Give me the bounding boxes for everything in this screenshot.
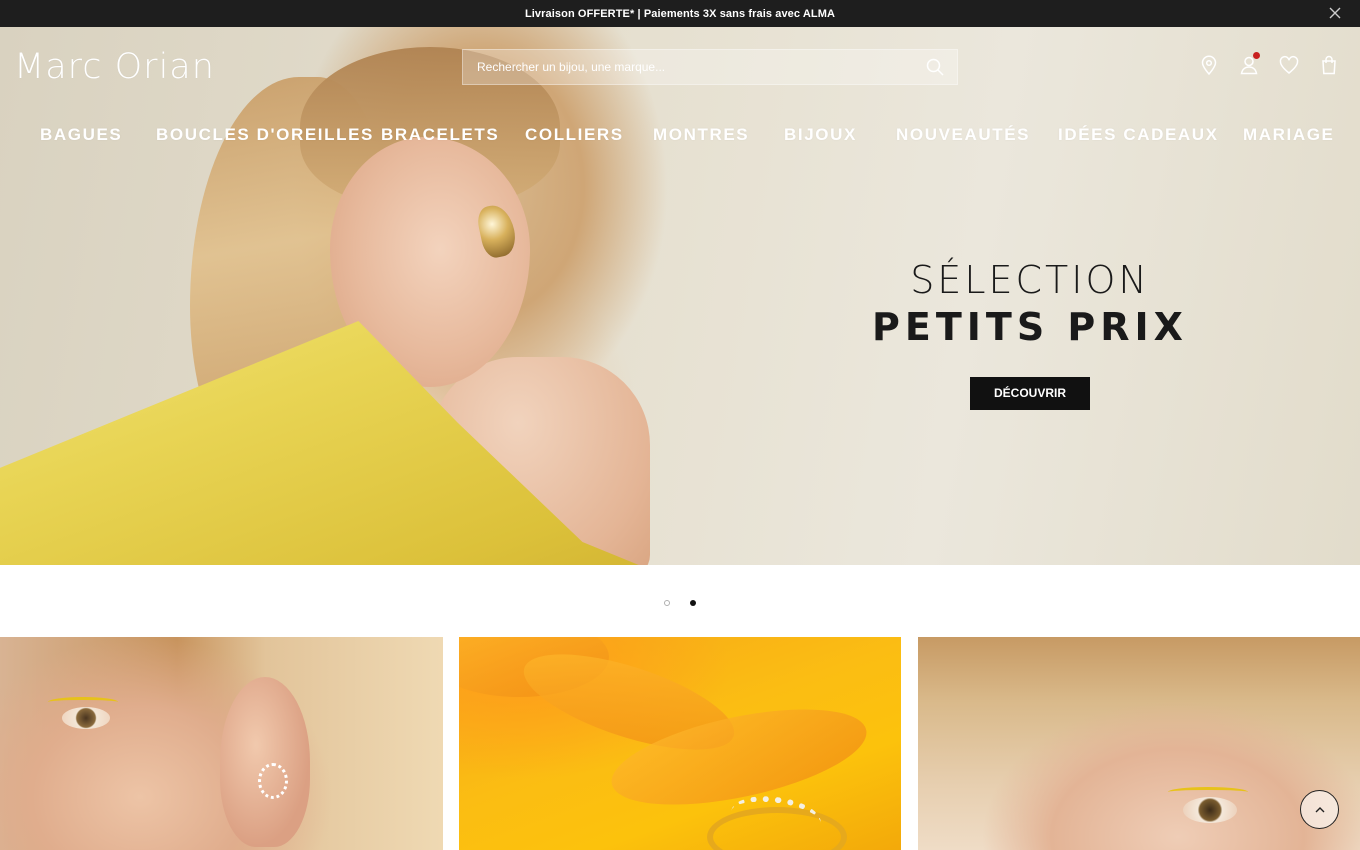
tile1-ear-cuff: [258, 763, 288, 799]
wishlist-heart-icon[interactable]: [1278, 54, 1300, 76]
discover-button[interactable]: DÉCOUVRIR: [970, 377, 1090, 410]
carousel-dot-2-active[interactable]: [690, 600, 696, 606]
tile1-ear: [220, 677, 310, 847]
nav-item-montres[interactable]: MONTRES: [653, 125, 749, 145]
nav-item-colliers[interactable]: COLLIERS: [525, 125, 624, 145]
account-user-icon[interactable]: [1238, 52, 1260, 76]
announcement-text: Livraison OFFERTE* | Paiements 3X sans f…: [524, 7, 836, 20]
hero-promo: SÉLECTION PETITS PRIX DÉCOUVRIR: [860, 257, 1200, 410]
chevron-up-icon: [1315, 806, 1324, 812]
tile3-eye: [1183, 797, 1237, 823]
nav-item-bijoux[interactable]: BIJOUX: [784, 125, 857, 145]
nav-item-bagues[interactable]: BAGUES: [40, 125, 122, 145]
hero-title-line2: PETITS PRIX: [872, 305, 1188, 349]
search-bar[interactable]: [462, 49, 958, 85]
nav-item-mariage[interactable]: MARIAGE: [1243, 125, 1334, 145]
header-actions: [1198, 52, 1340, 76]
hero-title-line1: SÉLECTION: [910, 258, 1150, 302]
main-nav: BAGUES BOUCLES D'OREILLES BRACELETS COLL…: [0, 125, 1360, 155]
nav-item-idees-cadeaux[interactable]: IDÉES CADEAUX: [1058, 125, 1219, 145]
tile1-eye: [62, 707, 110, 729]
tile1-yellow-eyeliner: [48, 697, 118, 707]
carousel-dot-1[interactable]: [664, 600, 670, 606]
close-icon[interactable]: [1328, 6, 1342, 20]
store-locator-pin-icon[interactable]: [1198, 54, 1220, 76]
scroll-to-top-button[interactable]: [1300, 790, 1339, 829]
nav-item-bracelets[interactable]: BRACELETS: [381, 125, 499, 145]
category-tile-earrings[interactable]: [0, 637, 443, 850]
site-logo[interactable]: Marc Orian: [14, 49, 215, 85]
category-tile-model[interactable]: [918, 637, 1360, 850]
carousel-pagination: [0, 598, 1360, 608]
search-icon[interactable]: [925, 57, 945, 77]
announcement-bar: Livraison OFFERTE* | Paiements 3X sans f…: [0, 0, 1360, 27]
category-tile-rings[interactable]: [459, 637, 901, 850]
account-notification-dot: [1253, 52, 1260, 59]
site-header: Marc Orian BAGUES BOUCLES D'ORE: [0, 27, 1360, 177]
nav-item-boucles-d-oreilles[interactable]: BOUCLES D'OREILLES: [156, 125, 374, 145]
tile3-yellow-eyeliner: [1168, 787, 1248, 797]
nav-item-nouveautes[interactable]: NOUVEAUTÉS: [896, 125, 1030, 145]
shopping-bag-icon[interactable]: [1318, 54, 1340, 76]
search-input[interactable]: [463, 50, 925, 84]
